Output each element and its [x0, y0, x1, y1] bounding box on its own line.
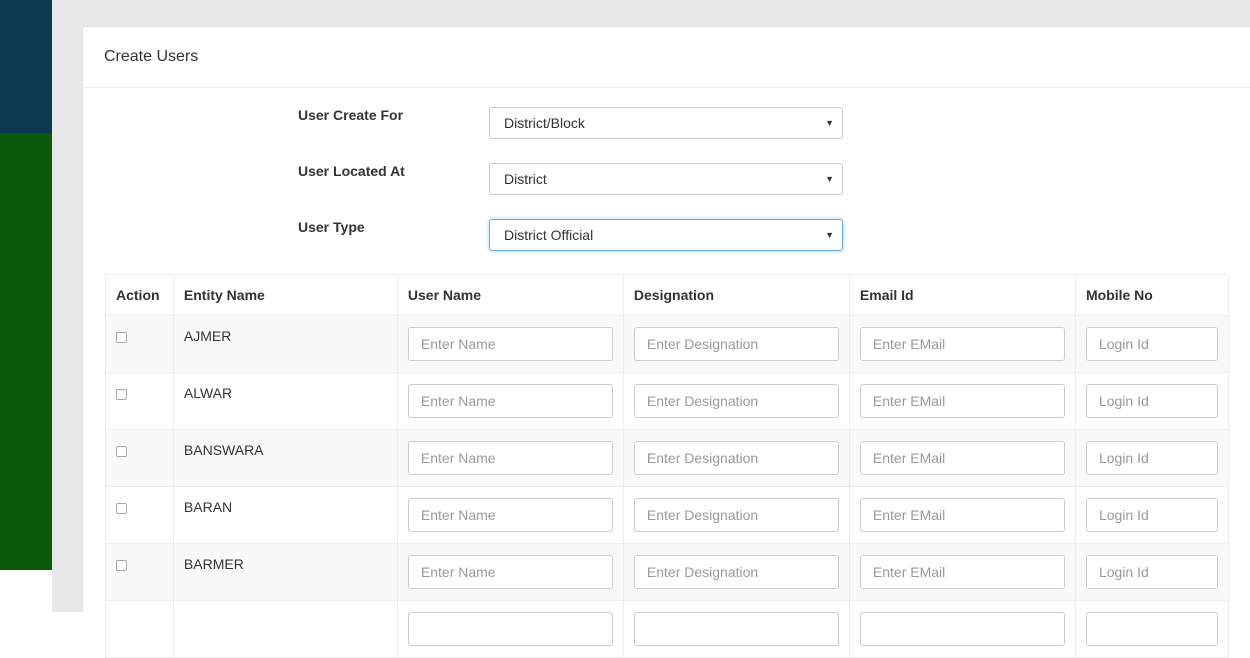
- mobile-input[interactable]: [1085, 612, 1218, 646]
- user-create-for-select[interactable]: District/Block ▼: [489, 107, 843, 139]
- table-header-row: Action Entity Name User Name Designation…: [105, 274, 1230, 316]
- header-mobile-no: Mobile No: [1074, 274, 1230, 316]
- email-input[interactable]: [859, 441, 1065, 475]
- user-create-for-row: User Create For District/Block ▼: [83, 107, 1250, 147]
- table-row: ALWAR: [105, 372, 1230, 430]
- designation-input[interactable]: [633, 612, 839, 646]
- row-checkbox[interactable]: [116, 446, 127, 457]
- user-name-input[interactable]: [407, 384, 613, 418]
- row-checkbox[interactable]: [116, 332, 127, 343]
- mobile-input[interactable]: [1085, 498, 1218, 532]
- user-name-input[interactable]: [407, 612, 613, 646]
- email-input[interactable]: [859, 555, 1065, 589]
- user-name-input[interactable]: [407, 498, 613, 532]
- mobile-input[interactable]: [1085, 555, 1218, 589]
- user-create-for-value: District/Block: [504, 115, 585, 131]
- user-type-select[interactable]: District Official ▼: [489, 219, 843, 251]
- designation-input[interactable]: [633, 498, 839, 532]
- designation-input[interactable]: [633, 555, 839, 589]
- email-input[interactable]: [859, 384, 1065, 418]
- row-checkbox[interactable]: [116, 389, 127, 400]
- user-located-at-select[interactable]: District ▼: [489, 163, 843, 195]
- sidebar-header: [0, 0, 52, 133]
- header-action: Action: [105, 274, 174, 316]
- header-user-name: User Name: [396, 274, 624, 316]
- entity-name: ALWAR: [183, 385, 233, 401]
- sidebar-gap: [0, 570, 52, 612]
- user-type-label: User Type: [298, 219, 365, 235]
- table-row: BARMER: [105, 543, 1230, 601]
- user-type-value: District Official: [504, 227, 594, 243]
- email-input[interactable]: [859, 498, 1065, 532]
- table-row: BANSWARA: [105, 429, 1230, 487]
- table-row: AJMER: [105, 315, 1230, 373]
- email-input[interactable]: [859, 327, 1065, 361]
- mobile-input[interactable]: [1085, 441, 1218, 475]
- designation-input[interactable]: [633, 327, 839, 361]
- header-entity-name: Entity Name: [172, 274, 398, 316]
- user-located-at-value: District: [504, 171, 547, 187]
- table-row: BARAN: [105, 486, 1230, 544]
- user-type-row: User Type District Official ▼: [83, 219, 1250, 259]
- designation-input[interactable]: [633, 384, 839, 418]
- header-email-id: Email Id: [848, 274, 1076, 316]
- user-name-input[interactable]: [407, 441, 613, 475]
- entity-name: BARMER: [183, 556, 244, 572]
- entity-name: BANSWARA: [183, 442, 264, 458]
- designation-input[interactable]: [633, 441, 839, 475]
- caret-down-icon: ▼: [825, 230, 834, 240]
- user-located-at-label: User Located At: [298, 163, 405, 179]
- row-checkbox[interactable]: [116, 560, 127, 571]
- panel-title: Create Users: [83, 27, 1250, 88]
- header-designation: Designation: [622, 274, 850, 316]
- user-located-at-row: User Located At District ▼: [83, 163, 1250, 203]
- mobile-input[interactable]: [1085, 384, 1218, 418]
- user-create-for-label: User Create For: [298, 107, 404, 123]
- create-users-panel: Create Users User Create For District/Bl…: [82, 26, 1250, 658]
- caret-down-icon: ▼: [825, 174, 834, 184]
- entity-name: AJMER: [183, 328, 232, 344]
- entity-name: BARAN: [183, 499, 233, 515]
- users-table: Action Entity Name User Name Designation…: [105, 274, 1230, 658]
- sidebar-nav: [0, 133, 52, 570]
- row-checkbox[interactable]: [116, 503, 127, 514]
- caret-down-icon: ▼: [825, 118, 834, 128]
- user-name-input[interactable]: [407, 327, 613, 361]
- mobile-input[interactable]: [1085, 327, 1218, 361]
- user-name-input[interactable]: [407, 555, 613, 589]
- table-row: [105, 600, 1230, 658]
- email-input[interactable]: [859, 612, 1065, 646]
